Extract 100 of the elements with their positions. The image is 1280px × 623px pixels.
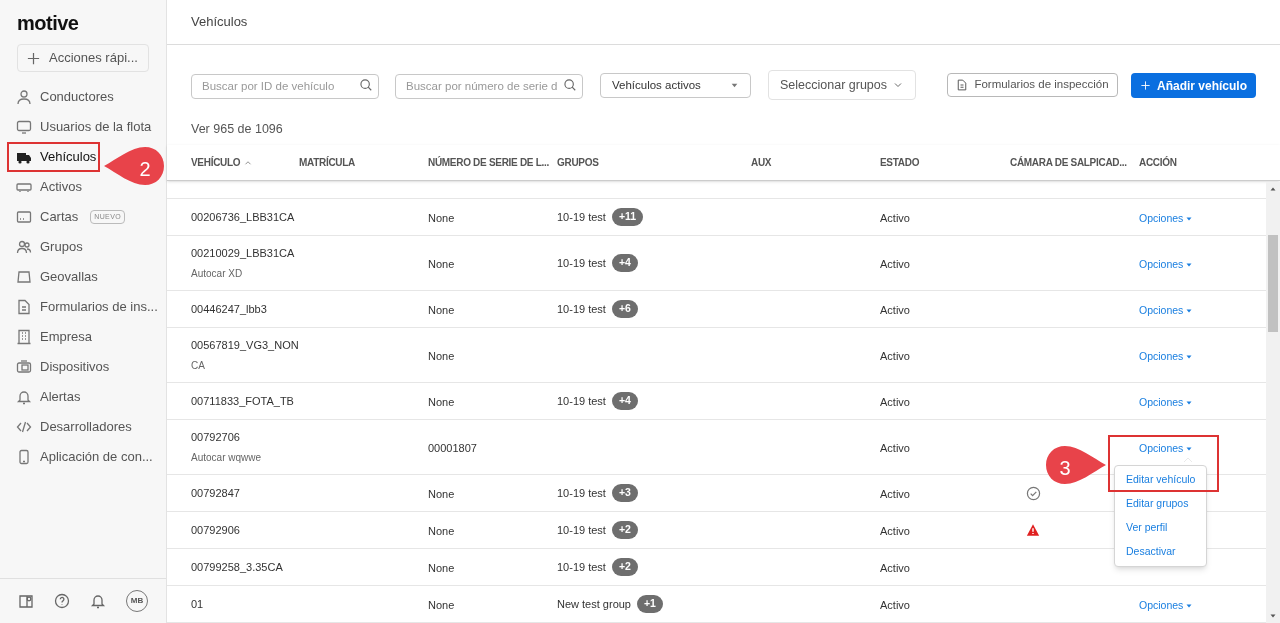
table-cell-text: 00711833_FOTA_TB: [191, 393, 295, 409]
nav-item[interactable]: Aplicación de con...: [0, 442, 157, 472]
vehicle-search-field[interactable]: Buscar por ID de vehículo: [191, 73, 379, 99]
menu-item[interactable]: Editar grupos: [1115, 492, 1206, 516]
table-cell: None: [428, 350, 455, 362]
plus-icon: [26, 50, 41, 66]
table-cell: Activo: [880, 562, 910, 574]
nav-item[interactable]: Desarrolladores: [0, 412, 136, 442]
column-header[interactable]: NÚMERO DE SERIE DE L...: [428, 155, 549, 170]
column-header[interactable]: CÁMARA DE SALPICAD...: [1010, 155, 1127, 170]
nav-item[interactable]: Formularios de ins...: [0, 292, 162, 322]
group-count-pill: +11: [611, 208, 644, 226]
options-link[interactable]: Opciones: [1139, 598, 1194, 614]
page-title: Vehículos: [191, 13, 248, 32]
table-cell: None: [428, 599, 455, 611]
search-icon: [359, 78, 373, 92]
caret-icon: [730, 81, 739, 90]
group-count-pill: +2: [611, 521, 638, 539]
table-cell: Activo: [880, 488, 910, 500]
table-cell-text: 10-19 test: [557, 209, 606, 225]
nav-item[interactable]: Conductores: [0, 82, 118, 112]
callout-marker: [1045, 445, 1107, 485]
person-icon: [16, 89, 32, 105]
table-cell-text: 10-19 test: [557, 301, 606, 317]
device-icon: [16, 359, 32, 375]
menu-item[interactable]: Desactivar: [1115, 540, 1206, 564]
vehicle-subtitle: Autocar XD: [191, 266, 244, 281]
nav-item[interactable]: Empresa: [0, 322, 97, 352]
table-cell: Activo: [880, 258, 910, 270]
table-cell: Activo: [880, 525, 910, 537]
vehicle-subtitle: Autocar wqwwe: [191, 450, 263, 465]
code-icon: [16, 419, 32, 435]
nav-item[interactable]: Activos: [0, 172, 86, 202]
scroll-down-icon: [1269, 612, 1277, 620]
people-icon: [16, 239, 32, 255]
column-header[interactable]: MATRÍCULA: [299, 155, 355, 170]
table-cell: None: [428, 562, 455, 574]
table-cell-text: 10-19 test: [557, 255, 606, 271]
warning-icon: [1026, 523, 1040, 537]
table-cell: None: [428, 525, 455, 537]
bell-icon: [16, 389, 32, 405]
quick-actions-button[interactable]: Acciones rápi...: [17, 44, 149, 72]
nav-item[interactable]: Grupos: [0, 232, 87, 262]
table-cell-text: 00792906: [191, 522, 241, 538]
nav-item[interactable]: Alertas: [0, 382, 85, 412]
group-count-pill: +3: [611, 484, 638, 502]
serial-search-field[interactable]: Buscar por número de serie d: [395, 73, 583, 99]
column-header[interactable]: VEHÍCULO: [191, 155, 241, 170]
status-dropdown[interactable]: Vehículos activos: [600, 73, 751, 98]
nav-item[interactable]: Vehículos: [0, 142, 101, 172]
table-cell: None: [428, 396, 455, 408]
table-cell: None: [428, 212, 455, 224]
table-cell-text: 00792847: [191, 485, 241, 501]
menu-item[interactable]: Editar vehículo: [1115, 468, 1206, 492]
nav-item[interactable]: Dispositivos: [0, 352, 114, 382]
table-cell: None: [428, 304, 455, 316]
table-cell: None: [428, 488, 455, 500]
options-link[interactable]: Opciones: [1139, 441, 1194, 457]
table-cell-text: 10-19 test: [557, 522, 606, 538]
group-count-pill: +2: [611, 558, 638, 576]
nav-item[interactable]: Geovallas: [0, 262, 102, 292]
document-icon: [956, 79, 969, 91]
card-icon: [16, 209, 32, 225]
vehicle-count: Ver 965 de 1096: [191, 121, 283, 138]
table-cell-text: 10-19 test: [557, 559, 606, 575]
building-icon: [16, 329, 32, 345]
group-dropdown[interactable]: Seleccionar grupos: [768, 70, 916, 100]
monitor-icon: [16, 119, 32, 135]
options-link[interactable]: Opciones: [1139, 211, 1194, 227]
phone-icon: [16, 449, 32, 465]
options-link[interactable]: Opciones: [1139, 349, 1194, 365]
options-link[interactable]: Opciones: [1139, 257, 1194, 273]
scrollbar-thumb[interactable]: [1268, 235, 1278, 332]
inspection-forms-button[interactable]: Formularios de inspección: [947, 73, 1118, 97]
column-header[interactable]: AUX: [751, 155, 772, 170]
menu-item[interactable]: Ver perfil: [1115, 516, 1206, 540]
check-circle-icon: [1026, 485, 1041, 501]
column-header[interactable]: GRUPOS: [557, 155, 599, 170]
table-cell: Activo: [880, 396, 910, 408]
help-icon: [54, 593, 70, 609]
plus-icon: [1140, 80, 1151, 91]
document-icon: [16, 299, 32, 315]
table-cell-text: 00206736_LBB31CA: [191, 209, 296, 225]
polygon-icon: [16, 269, 32, 285]
scroll-up-icon: [1269, 185, 1277, 193]
table-cell: 00001807: [428, 442, 477, 454]
table-cell: Activo: [880, 304, 910, 316]
table-cell-text: 00210029_LBB31CA: [191, 246, 296, 262]
table-cell: None: [428, 258, 455, 270]
column-header[interactable]: ACCIÓN: [1139, 155, 1177, 170]
group-count-pill: +4: [611, 392, 638, 410]
table-cell-text: 10-19 test: [557, 393, 606, 409]
add-vehicle-button[interactable]: Añadir vehículo: [1131, 73, 1256, 98]
table-cell: Activo: [880, 212, 910, 224]
options-link[interactable]: Opciones: [1139, 303, 1194, 319]
group-count-pill: +4: [611, 254, 638, 272]
nav-item[interactable]: Usuarios de la flota: [0, 112, 156, 142]
options-link[interactable]: Opciones: [1139, 395, 1194, 411]
callout-number: 2: [138, 157, 152, 182]
column-header[interactable]: ESTADO: [880, 155, 920, 170]
